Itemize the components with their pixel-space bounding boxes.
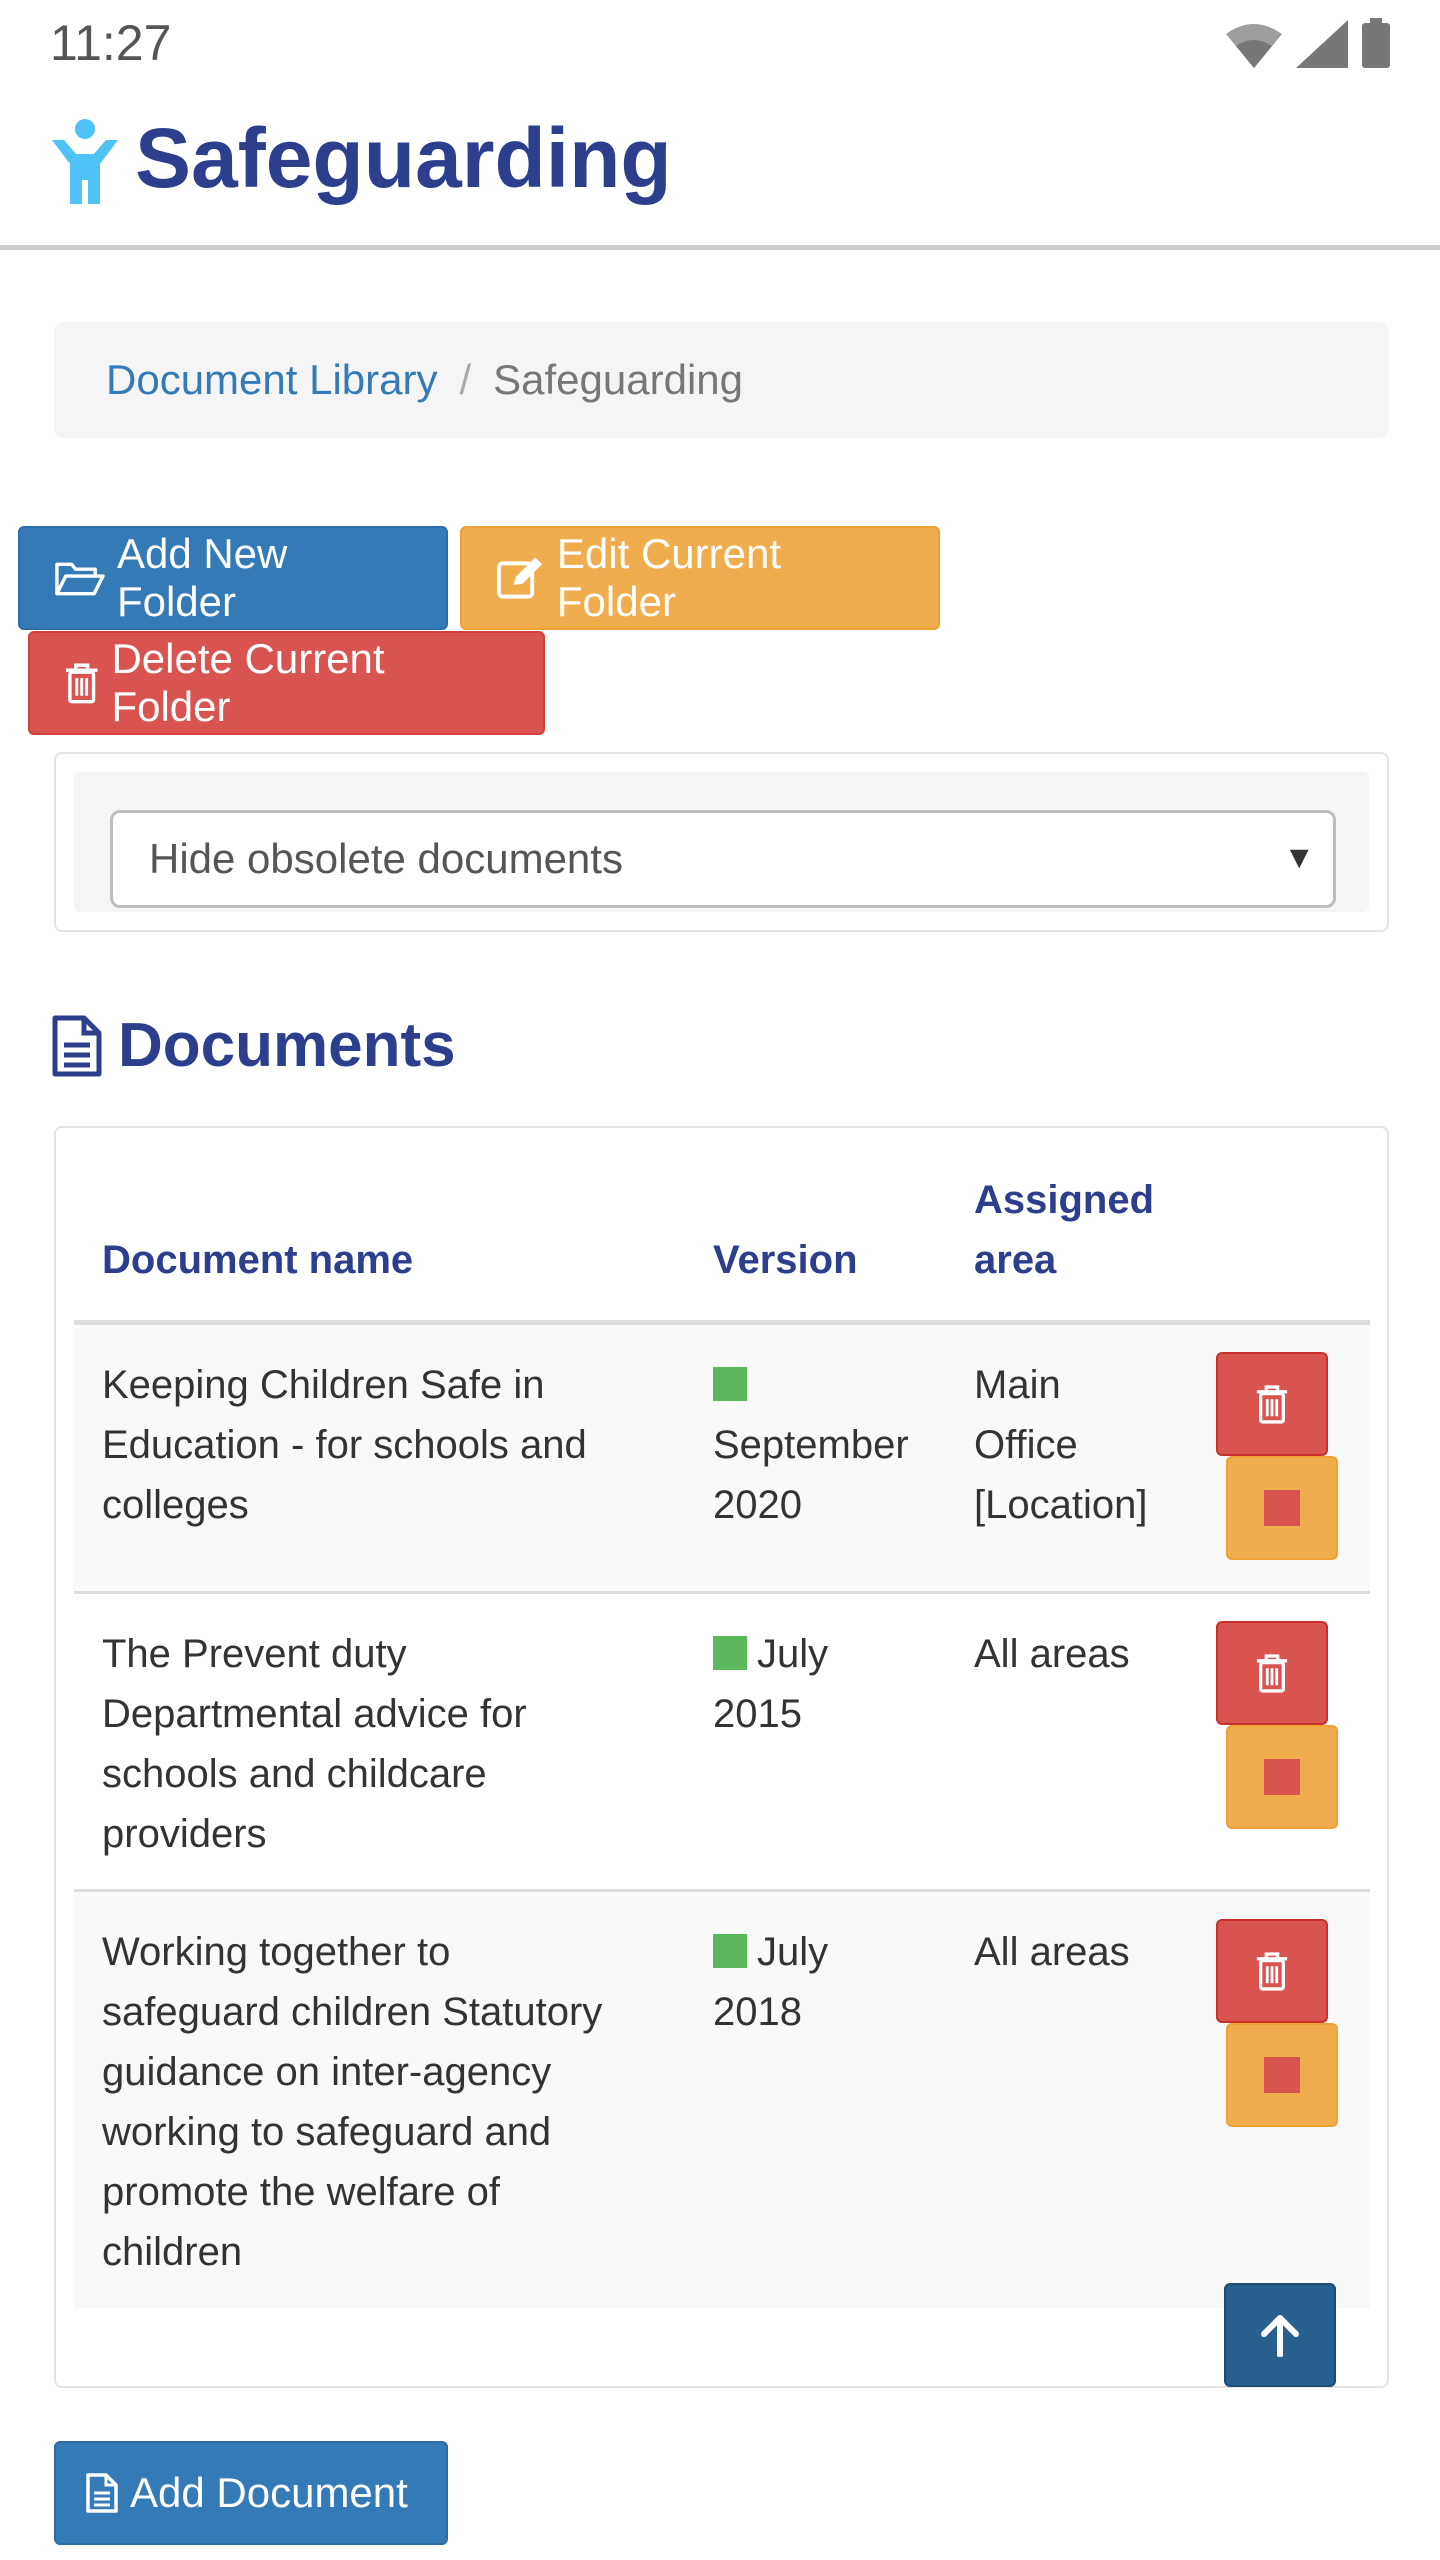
- breadcrumb: Document Library / Safeguarding: [54, 322, 1389, 438]
- stop-icon: [1264, 1490, 1300, 1526]
- edit-current-folder-button[interactable]: Edit Current Folder: [460, 526, 940, 630]
- delete-document-button[interactable]: [1216, 1352, 1328, 1456]
- documents-heading-text: Documents: [118, 1011, 456, 1080]
- filter-well: Hide obsolete documents ▼: [74, 772, 1369, 912]
- column-header-assigned-area[interactable]: Assigned area: [974, 1170, 1154, 1290]
- documents-heading: Documents: [52, 1010, 456, 1081]
- wifi-icon: [1226, 24, 1282, 68]
- page-title: Safeguarding: [135, 111, 672, 205]
- select-value: Hide obsolete documents: [149, 835, 623, 882]
- assigned-area-cell: All areas: [974, 1930, 1130, 1974]
- mark-obsolete-button[interactable]: [1226, 1456, 1338, 1560]
- table-row: The Prevent duty Departmental advice for…: [74, 1594, 1370, 1892]
- trash-icon: [1256, 1385, 1288, 1424]
- status-bar: 11:27: [0, 0, 1440, 90]
- cell-signal-icon: [1296, 20, 1348, 68]
- document-name-cell[interactable]: Keeping Children Safe in Education - for…: [102, 1355, 587, 1535]
- document-icon: [86, 2473, 118, 2513]
- column-header-document-name[interactable]: Document name: [102, 1230, 413, 1290]
- add-document-label: Add Document: [130, 2469, 408, 2516]
- table-row: Keeping Children Safe in Education - for…: [74, 1325, 1370, 1594]
- caret-down-icon: ▼: [1283, 839, 1315, 875]
- assigned-area-cell: All areas: [974, 1632, 1130, 1676]
- battery-icon: [1362, 18, 1390, 68]
- version-cell: July 2015: [713, 1632, 829, 1736]
- obsolete-filter-select[interactable]: Hide obsolete documents ▼: [110, 810, 1336, 908]
- delete-current-folder-button[interactable]: Delete Current Folder: [28, 631, 545, 735]
- status-current-icon: [713, 1367, 747, 1401]
- delete-document-button[interactable]: [1216, 1621, 1328, 1725]
- status-current-icon: [713, 1934, 747, 1968]
- add-new-folder-button[interactable]: Add New Folder: [18, 526, 448, 630]
- breadcrumb-link-document-library[interactable]: Document Library: [106, 356, 437, 404]
- trash-icon: [65, 663, 98, 704]
- delete-current-folder-label: Delete Current Folder: [111, 635, 385, 730]
- document-name-cell[interactable]: The Prevent duty Departmental advice for…: [102, 1624, 527, 1864]
- document-icon: [52, 1015, 102, 1076]
- edit-icon: [496, 557, 542, 599]
- status-time: 11:27: [50, 15, 172, 71]
- table-row: Working together to safeguard children S…: [74, 1892, 1370, 2308]
- edit-current-folder-label: Edit Current Folder: [556, 530, 781, 625]
- breadcrumb-separator: /: [459, 356, 472, 403]
- filter-panel: Hide obsolete documents ▼: [54, 752, 1389, 932]
- add-new-folder-label: Add New Folder: [116, 530, 288, 625]
- stop-icon: [1264, 1759, 1300, 1795]
- mark-obsolete-button[interactable]: [1226, 2023, 1338, 2127]
- trash-icon: [1256, 1952, 1288, 1991]
- delete-document-button[interactable]: [1216, 1919, 1328, 2023]
- assigned-area-cell: Main Office [Location]: [974, 1363, 1148, 1527]
- version-cell: September 2020: [713, 1355, 909, 1535]
- status-current-icon: [713, 1636, 747, 1670]
- column-header-version[interactable]: Version: [713, 1230, 858, 1290]
- documents-table: Document name Version Assigned area Keep…: [54, 1126, 1389, 2388]
- folder-open-icon: [55, 562, 105, 596]
- trash-icon: [1256, 1654, 1288, 1693]
- document-name-cell[interactable]: Working together to safeguard children S…: [102, 1922, 602, 2282]
- scroll-to-top-button[interactable]: [1224, 2283, 1336, 2387]
- stop-icon: [1264, 2057, 1300, 2093]
- mark-obsolete-button[interactable]: [1226, 1725, 1338, 1829]
- app-bar: Safeguarding: [0, 90, 1440, 250]
- add-document-button[interactable]: Add Document: [54, 2441, 448, 2545]
- arrow-up-icon: [1261, 2315, 1299, 2357]
- status-icons: [1226, 18, 1390, 68]
- version-cell: July 2018: [713, 1930, 829, 2034]
- child-icon: [52, 119, 118, 204]
- breadcrumb-current: Safeguarding: [493, 356, 744, 403]
